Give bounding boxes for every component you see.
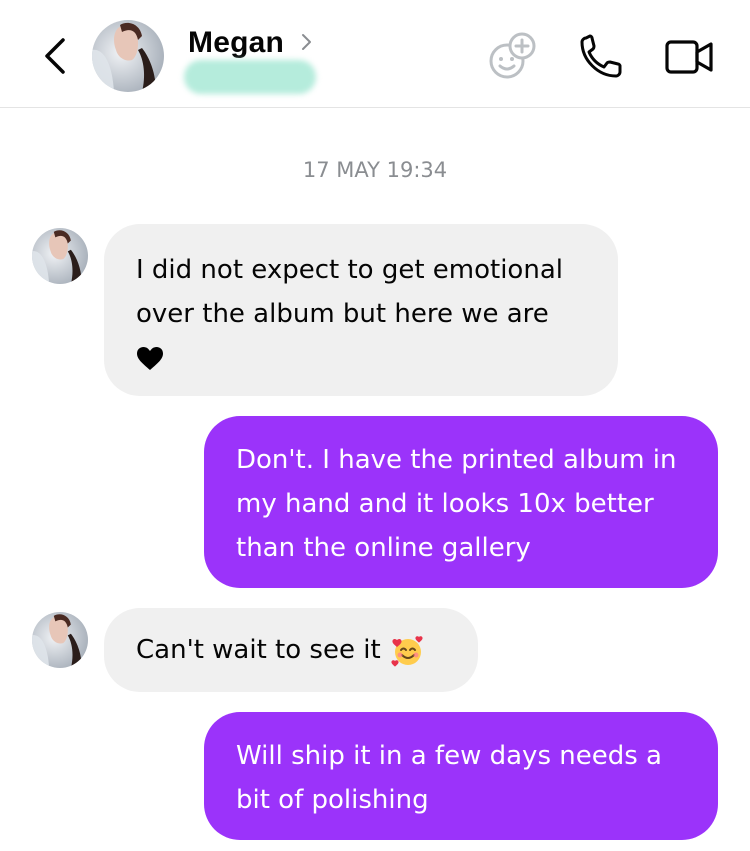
message-line: than the online gallery <box>236 533 531 563</box>
chevron-right-icon <box>302 34 311 50</box>
black-heart-icon <box>137 346 163 370</box>
message-bubble-outgoing[interactable]: Will ship it in a few days needs a bit o… <box>204 712 718 840</box>
chat-header: Megan <box>0 0 750 108</box>
message-line: my hand and it looks 10x better <box>236 489 654 519</box>
contact-avatar[interactable] <box>92 20 164 92</box>
message-bubble-outgoing[interactable]: Don't. I have the printed album in my ha… <box>204 416 718 588</box>
back-button[interactable] <box>36 34 76 78</box>
message-line: Can't wait to see it <box>136 635 381 665</box>
message-line: over the album but here we are <box>136 299 549 329</box>
effects-icon <box>489 32 536 79</box>
smiling-face-with-hearts-icon <box>391 635 423 667</box>
sender-avatar[interactable] <box>32 612 88 668</box>
message-line: bit of polishing <box>236 785 429 815</box>
contact-name[interactable]: Megan <box>188 26 284 60</box>
video-camera-icon <box>665 40 713 74</box>
message-bubble-incoming[interactable]: Can't wait to see it <box>104 608 478 692</box>
message-line: Will ship it in a few days needs a <box>236 741 662 771</box>
effects-button[interactable] <box>484 30 538 84</box>
voice-call-button[interactable] <box>576 30 630 84</box>
redacted-status <box>184 60 316 94</box>
back-chevron-icon <box>45 38 65 74</box>
video-call-button[interactable] <box>662 30 716 84</box>
phone-icon <box>580 34 622 78</box>
message-line: I did not expect to get emotional <box>136 255 563 285</box>
sender-avatar[interactable] <box>32 228 88 284</box>
message-line: Don't. I have the printed album in <box>236 445 677 475</box>
message-bubble-incoming[interactable]: I did not expect to get emotional over t… <box>104 224 618 396</box>
thread-timestamp: 17 MAY 19:34 <box>302 158 448 182</box>
